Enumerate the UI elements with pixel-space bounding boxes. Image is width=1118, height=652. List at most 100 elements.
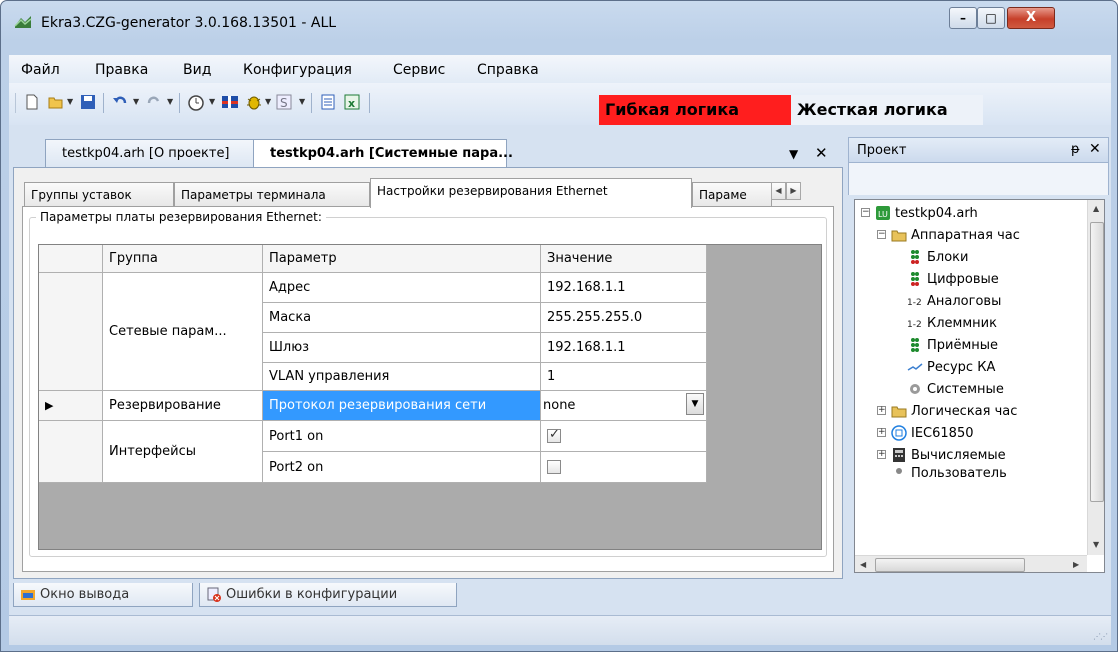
param-cell-mask[interactable]: Маска [263, 303, 541, 333]
pin-icon[interactable]: ᵽ [1071, 142, 1080, 157]
value-cell-address[interactable]: 192.168.1.1 [541, 273, 707, 303]
expand-icon[interactable]: + [877, 428, 886, 437]
menu-edit[interactable]: Правка [95, 62, 148, 78]
menu-service[interactable]: Сервис [393, 62, 445, 78]
doc-tab-about[interactable]: testkp04.arh [О проекте] [45, 139, 259, 167]
tree-node-system[interactable]: Системные [907, 378, 1004, 400]
current-row-icon: ▶ [45, 399, 54, 412]
tree-node-digital[interactable]: Цифровые [907, 268, 999, 290]
tab-config-errors[interactable]: Ошибки в конфигурации [199, 583, 457, 607]
minimize-button[interactable]: – [949, 7, 977, 29]
value-cell-mask[interactable]: 255.255.255.0 [541, 303, 707, 333]
port1-checkbox[interactable]: ✓ [547, 427, 561, 443]
tree-node-iec61850[interactable]: IEC61850 [891, 422, 973, 444]
param-cell-address[interactable]: Адрес [263, 273, 541, 303]
tab-scroll-left-icon[interactable]: ◀ [771, 182, 786, 200]
param-cell-port1[interactable]: Port1 on [263, 421, 541, 452]
close-button[interactable]: X [1007, 7, 1055, 29]
menu-configuration[interactable]: Конфигурация [243, 62, 352, 78]
row-header[interactable] [39, 273, 103, 391]
tab-terminal-params[interactable]: Параметры терминала [174, 182, 370, 206]
column-header-value[interactable]: Значение [541, 245, 707, 273]
close-icon[interactable]: ✕ [1089, 141, 1101, 157]
bug-dropdown-icon[interactable]: ▼ [265, 97, 271, 106]
title-bar[interactable]: Ekra3.CZG-generator 3.0.168.13501 - ALL … [1, 1, 1117, 45]
param-cell-protocol[interactable]: Протокол резервирования сети [263, 391, 541, 421]
param-cell-gateway[interactable]: Шлюз [263, 333, 541, 363]
excel-icon[interactable]: x [343, 93, 361, 111]
tree-node-users[interactable]: Пользователь [891, 466, 1007, 480]
expand-icon[interactable]: + [877, 406, 886, 415]
tree-label: Аналоговы [927, 293, 1002, 309]
tree-node-project[interactable]: LU testkp04.arh [875, 202, 978, 224]
tree-node-blocks[interactable]: Блоки [907, 246, 968, 268]
tree-node-terminal-block[interactable]: 1-2 Клеммник [907, 312, 997, 334]
tab-output-window[interactable]: Окно вывода [13, 583, 193, 607]
tree-vertical-thumb[interactable] [1090, 222, 1104, 502]
tree-node-receivers[interactable]: Приёмные [907, 334, 998, 356]
row-header[interactable] [39, 421, 103, 483]
value-cell-vlan[interactable]: 1 [541, 363, 707, 391]
tree-node-resource[interactable]: Ресурс КА [907, 356, 995, 378]
undo-icon[interactable] [111, 93, 129, 111]
clock-icon[interactable] [187, 93, 205, 111]
scroll-left-icon[interactable]: ◀ [860, 560, 866, 569]
group-cell-redundancy[interactable]: Резервирование [103, 391, 263, 421]
row-header-current[interactable]: ▶ [39, 391, 103, 421]
tree-node-calculated[interactable]: Вычисляемые [891, 444, 1006, 466]
menu-file[interactable]: Файл [21, 62, 60, 78]
clock-dropdown-icon[interactable]: ▼ [209, 97, 215, 106]
doc-list-icon[interactable]: ▼ [789, 147, 798, 161]
project-tree: − LU testkp04.arh − Аппаратная час Блоки… [854, 199, 1105, 573]
redo-dropdown-icon[interactable]: ▼ [167, 97, 173, 106]
port2-checkbox[interactable] [547, 460, 561, 474]
param-cell-vlan[interactable]: VLAN управления [263, 363, 541, 391]
tree-horizontal-thumb[interactable] [875, 558, 1025, 572]
column-header-parameter[interactable]: Параметр [263, 245, 541, 273]
collapse-icon[interactable]: − [877, 230, 886, 239]
param-cell-port2[interactable]: Port2 on [263, 452, 541, 483]
scroll-up-icon[interactable]: ▲ [1093, 204, 1099, 213]
undo-dropdown-icon[interactable]: ▼ [133, 97, 139, 106]
tab-scroll-right-icon[interactable]: ▶ [786, 182, 801, 200]
tree-node-analog[interactable]: 1-2 Аналоговы [907, 290, 1001, 312]
tab-setting-groups[interactable]: Группы уставок [24, 182, 174, 206]
flag-icon[interactable] [221, 93, 239, 111]
doc-close-icon[interactable]: ✕ [815, 144, 828, 162]
menu-view[interactable]: Вид [183, 62, 211, 78]
collapse-icon[interactable]: − [861, 208, 870, 217]
script-dropdown-icon[interactable]: ▼ [299, 97, 305, 106]
list-icon[interactable] [319, 93, 337, 111]
maximize-button[interactable]: □ [977, 7, 1005, 29]
redo-icon[interactable] [145, 93, 163, 111]
tab-panel: Параметры платы резервирования Ethernet:… [22, 206, 834, 572]
tree-node-logic[interactable]: Логическая час [891, 400, 1017, 422]
open-folder-icon[interactable] [47, 93, 65, 111]
tree-horizontal-scrollbar[interactable]: ◀ ▶ [855, 555, 1087, 572]
doc-tab-system-params[interactable]: testkp04.arh [Системные пара... [253, 139, 513, 167]
scroll-down-icon[interactable]: ▼ [1093, 540, 1099, 549]
tab-params-more[interactable]: Параме [692, 182, 772, 206]
new-file-icon[interactable] [23, 93, 41, 111]
value-cell-gateway[interactable]: 192.168.1.1 [541, 333, 707, 363]
script-icon[interactable]: S [275, 93, 293, 111]
output-window-icon [21, 590, 35, 600]
chevron-down-icon[interactable]: ▼ [686, 393, 704, 415]
expand-icon[interactable]: + [877, 450, 886, 459]
scroll-right-icon[interactable]: ▶ [1073, 560, 1079, 569]
tree-node-hardware[interactable]: Аппаратная час [891, 224, 1020, 246]
tree-vertical-scrollbar[interactable]: ▲ ▼ [1087, 200, 1104, 555]
resize-grip-icon[interactable]: ⋰⋰ [1093, 632, 1108, 641]
save-icon[interactable] [79, 93, 97, 111]
open-dropdown-icon[interactable]: ▼ [67, 97, 73, 106]
tab-ethernet-redundancy[interactable]: Настройки резервирования Ethernet [370, 178, 692, 208]
protocol-combobox[interactable]: none ▼ [541, 391, 707, 421]
group-cell-network[interactable]: Сетевые парам... [103, 273, 263, 391]
analog-icon: 1-2 [907, 298, 922, 308]
hard-logic-tab[interactable]: Жесткая логика [791, 95, 983, 125]
bug-icon[interactable] [245, 93, 263, 111]
menu-help[interactable]: Справка [477, 62, 539, 78]
group-cell-interfaces[interactable]: Интерфейсы [103, 421, 263, 483]
column-header-group[interactable]: Группа [103, 245, 263, 273]
flexible-logic-tab[interactable]: Гибкая логика [599, 95, 791, 125]
